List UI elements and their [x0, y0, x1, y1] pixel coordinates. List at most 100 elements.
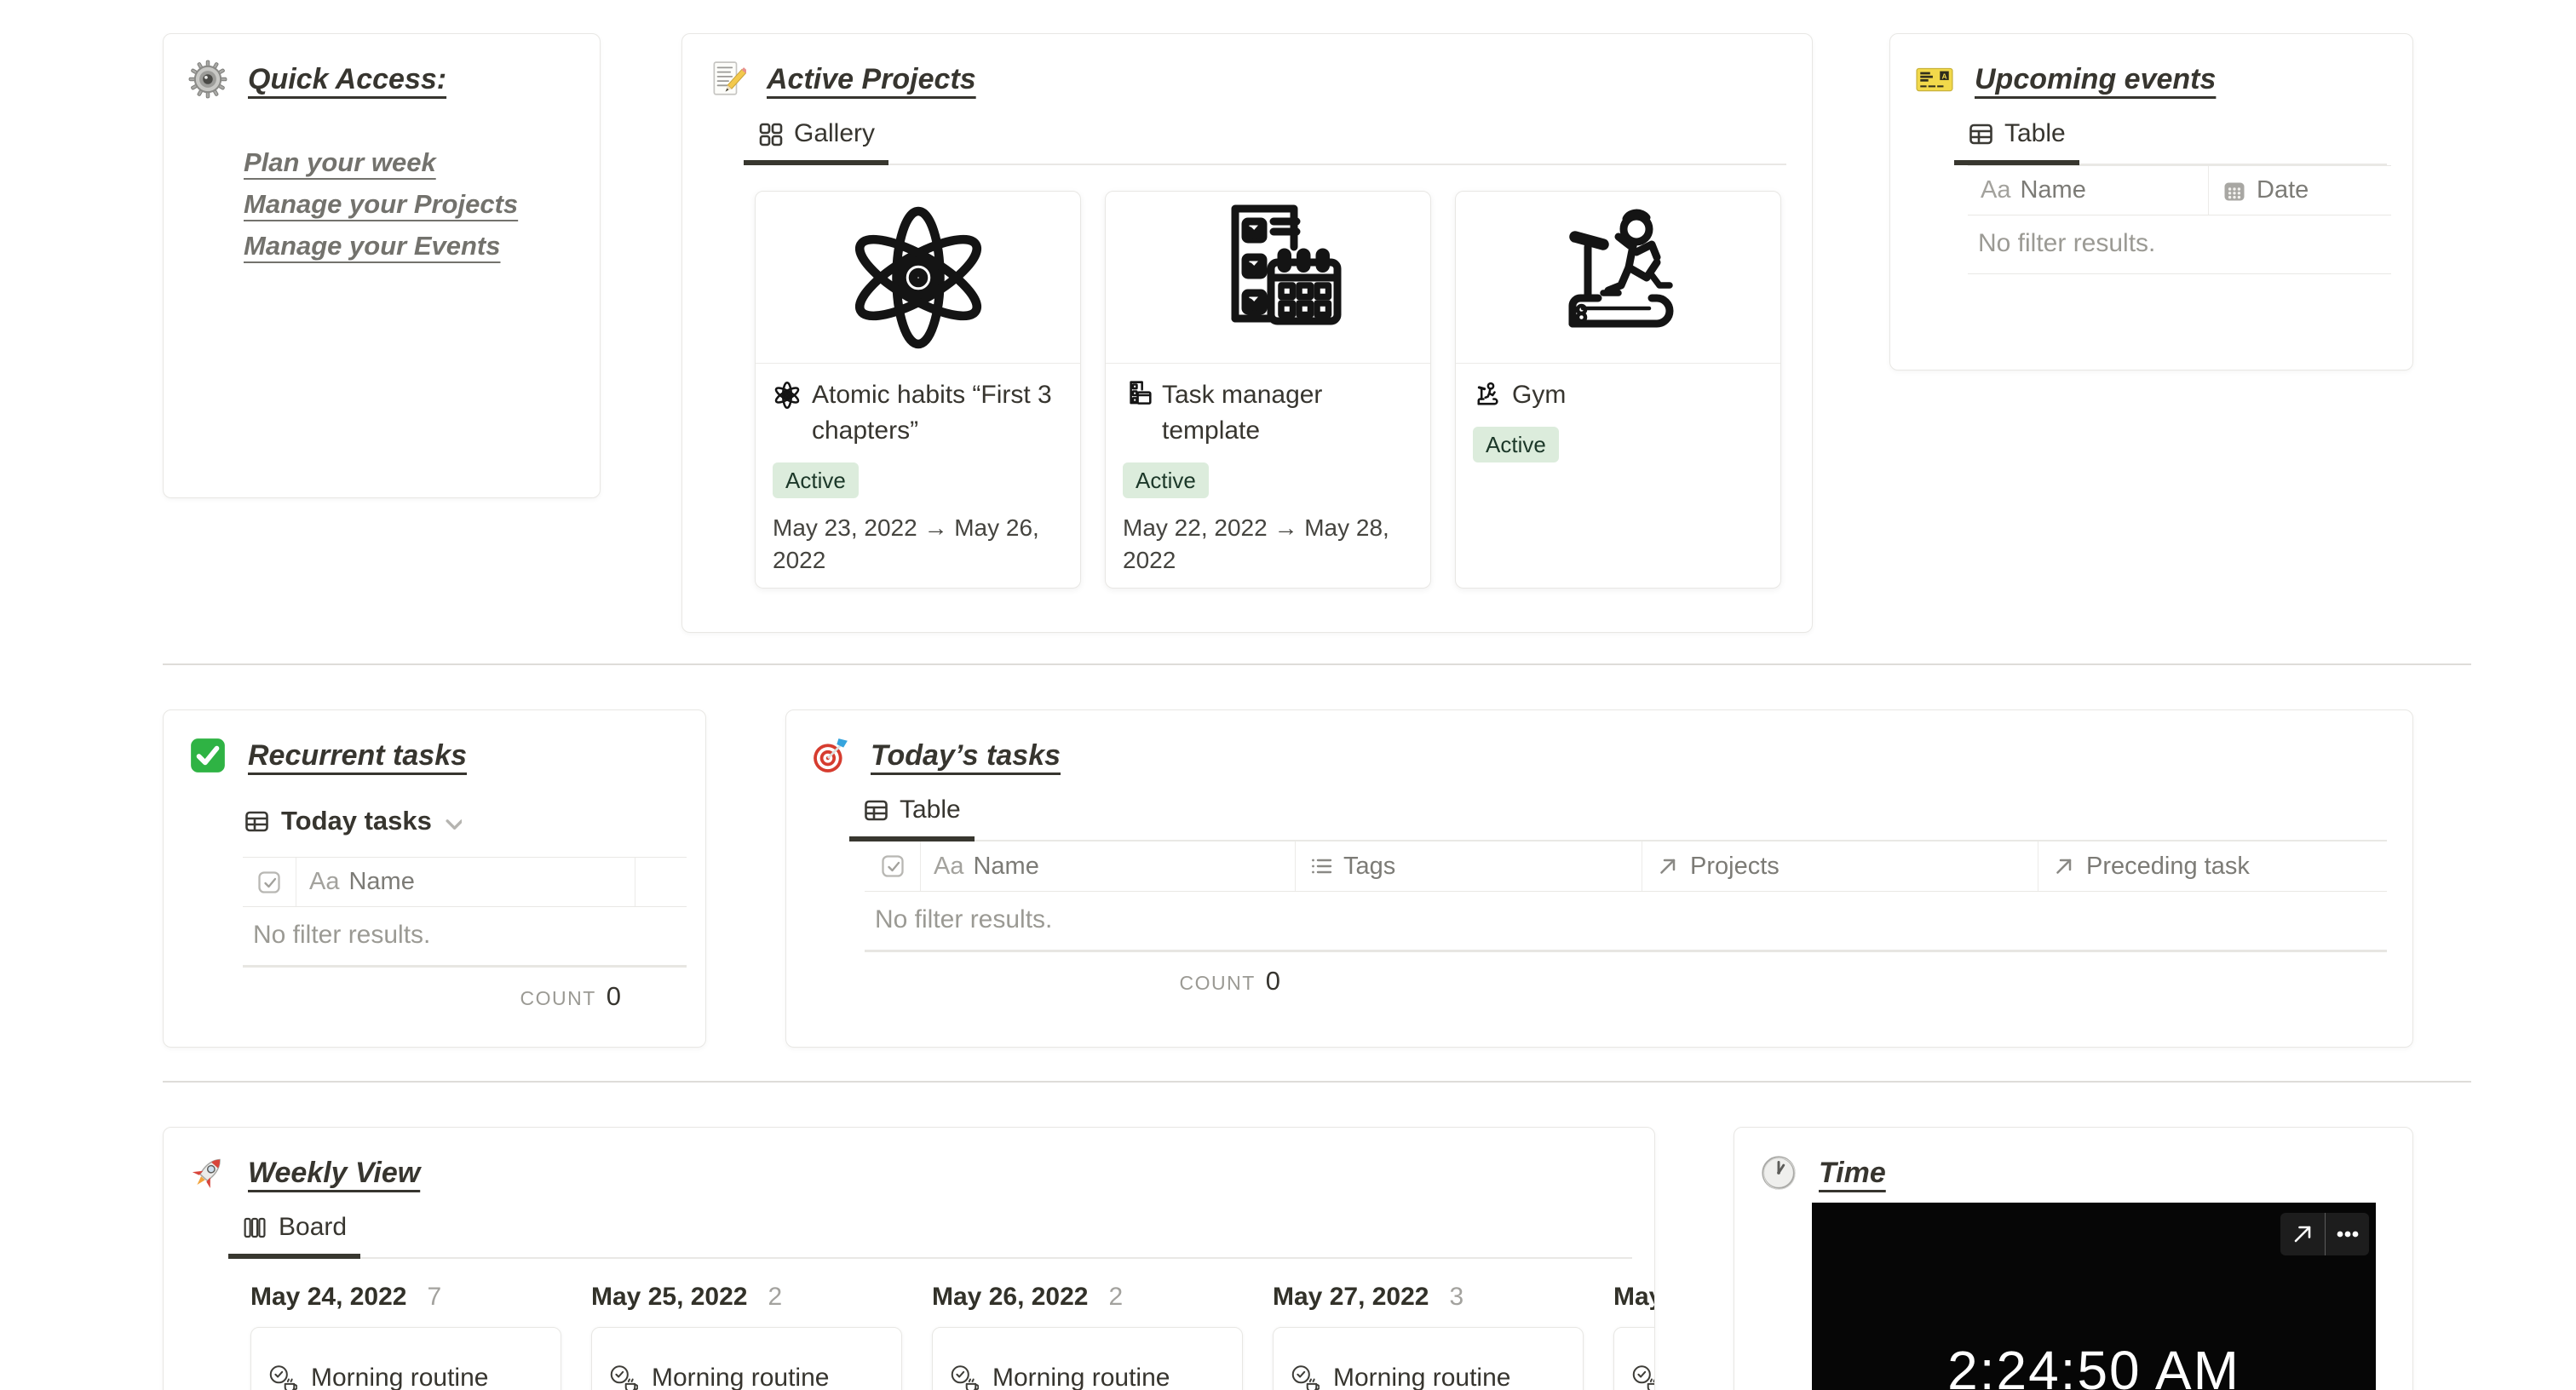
board-column: May 25, 2022 2 Morning routine	[591, 1283, 902, 1390]
list-icon	[1310, 858, 1332, 875]
embed-toolbar	[2280, 1213, 2369, 1255]
board-column: May 24, 2022 7 Morning routine	[250, 1283, 561, 1390]
column-header-checkbox[interactable]	[865, 841, 921, 891]
count-control[interactable]: COUNT 0	[865, 952, 1280, 997]
weekly-view-card: Weekly View Board May 24, 2022 7 Morning…	[163, 1127, 1655, 1390]
board-column-header: May 28, 2022	[1613, 1283, 1654, 1311]
atom-icon	[774, 381, 800, 410]
column-header-date[interactable]: Date	[2209, 166, 2391, 215]
column-header-tags[interactable]: Tags	[1296, 841, 1642, 891]
task-checklist-icon	[1130, 381, 1152, 405]
open-external-icon	[2294, 1226, 2311, 1243]
rocket-icon	[188, 1153, 227, 1192]
clock-coffee-icon	[951, 1365, 979, 1390]
status-tag: Active	[773, 462, 859, 498]
tab-board[interactable]: Board	[228, 1213, 361, 1259]
more-options-button[interactable]	[2325, 1213, 2369, 1255]
upcoming-events-title[interactable]: Upcoming events	[1975, 63, 2216, 96]
gallery-card-gym[interactable]: Gym Active	[1455, 191, 1781, 589]
section-divider	[163, 1081, 2471, 1083]
gallery-card-title: Atomic habits “First 3 chapters”	[812, 381, 1052, 445]
recurrent-tasks-title[interactable]: Recurrent tasks	[248, 739, 467, 773]
quick-access-card: Quick Access: Plan your week Manage your…	[163, 33, 601, 498]
link-plan-your-week[interactable]: Plan your week	[244, 141, 600, 183]
todays-tasks-card: Today’s tasks Table Aa Name Tags Project…	[785, 709, 2413, 1048]
board-column-header: May 25, 2022 2	[591, 1283, 783, 1311]
clock-coffee-icon	[610, 1365, 638, 1390]
more-icon	[2337, 1231, 2358, 1238]
card-date-range: May 23, 2022 → May 26, 2022	[773, 514, 1039, 573]
time-title[interactable]: Time	[1819, 1157, 1886, 1190]
atom-line-art	[756, 192, 1080, 364]
link-manage-your-events[interactable]: Manage your Events	[244, 225, 600, 267]
column-header-name[interactable]: Aa Name	[1968, 166, 2209, 215]
dart-icon	[811, 736, 850, 775]
svg-text:A: A	[1941, 72, 1946, 80]
tab-gallery[interactable]: Gallery	[744, 119, 889, 165]
count-control[interactable]: COUNT 0	[243, 968, 621, 1012]
board-card-morning-routine[interactable]: Morning routine	[250, 1327, 561, 1390]
column-header-projects[interactable]: Projects	[1642, 841, 2038, 891]
board-column-header: May 26, 2022 2	[932, 1283, 1124, 1311]
board-card-morning-routine[interactable]: Morning routine	[591, 1327, 902, 1390]
board-column: May 26, 2022 2 Morning routine	[932, 1283, 1243, 1390]
check-mark-icon	[188, 736, 227, 775]
open-external-button[interactable]	[2280, 1213, 2325, 1255]
dashboard-page: Quick Access: Plan your week Manage your…	[0, 0, 2576, 1390]
gallery-card-atomic-habits[interactable]: Atomic habits “First 3 chapters” Active …	[755, 191, 1081, 589]
recurrent-tasks-card: Recurrent tasks Today tasks Aa Name No f…	[163, 709, 706, 1048]
gallery-card-title: Gym	[1512, 381, 1567, 409]
arrow-up-right-icon	[1660, 859, 1676, 874]
quick-access-title[interactable]: Quick Access:	[248, 63, 446, 96]
view-selector-today-tasks[interactable]: Today tasks	[244, 806, 705, 836]
checkbox-icon	[258, 870, 280, 893]
column-header-checkbox[interactable]	[243, 858, 296, 906]
link-manage-your-projects[interactable]: Manage your Projects	[244, 183, 600, 225]
digital-clock-readout: 2:24:50 AM	[1947, 1340, 2240, 1390]
empty-state: No filter results.	[1968, 215, 2391, 274]
todays-tasks-tabbar: Table	[849, 796, 2387, 841]
section-divider	[163, 663, 2471, 665]
upcoming-events-card: A Upcoming events Table Aa Name Date No …	[1889, 33, 2413, 370]
clock-coffee-icon	[1291, 1365, 1320, 1390]
memo-icon	[707, 60, 746, 99]
gallery-card-task-manager[interactable]: Task manager template Active May 22, 202…	[1105, 191, 1431, 589]
ticket-icon: A	[1915, 60, 1954, 99]
weekly-view-tabbar: Board	[228, 1213, 1632, 1259]
clock-video-embed[interactable]: 2:24:50 AM	[1812, 1203, 2376, 1390]
chevron-down-icon	[446, 818, 462, 830]
board-column: May 27, 2022 3 Morning routine	[1273, 1283, 1584, 1390]
board-card-morning-routine[interactable]: Morning routine	[932, 1327, 1243, 1390]
clock-coffee-icon	[1632, 1365, 1654, 1390]
time-card: Time 2:24:50 AM	[1734, 1127, 2413, 1390]
todays-tasks-title[interactable]: Today’s tasks	[871, 739, 1061, 773]
gear-icon	[188, 60, 227, 99]
gallery-card-title: Task manager template	[1162, 381, 1323, 445]
board-column-header: May 24, 2022 7	[250, 1283, 442, 1311]
status-tag: Active	[1473, 427, 1559, 462]
text-type-icon: Aa	[1981, 176, 2011, 204]
calendar-icon	[2224, 182, 2245, 200]
treadmill-line-art	[1456, 192, 1780, 364]
column-header-name[interactable]: Aa Name	[921, 841, 1296, 891]
checkbox-icon	[881, 855, 904, 877]
column-header-name[interactable]: Aa Name	[296, 858, 635, 906]
empty-state: No filter results.	[875, 905, 1053, 933]
active-projects-tabbar: Gallery	[744, 119, 1786, 165]
board-columns: May 24, 2022 7 Morning routine May 25, 2…	[250, 1283, 1654, 1390]
clock-icon	[1759, 1153, 1798, 1192]
board-column-header: May 27, 2022 3	[1273, 1283, 1464, 1311]
tab-table[interactable]: Table	[1954, 119, 2079, 165]
active-projects-title[interactable]: Active Projects	[767, 63, 976, 96]
column-header-preceding-task[interactable]: Preceding task	[2038, 841, 2387, 891]
tab-table[interactable]: Table	[849, 796, 975, 841]
text-type-icon: Aa	[309, 868, 340, 895]
treadmill-icon	[1477, 382, 1498, 405]
board-card-morning-routine[interactable]: Morning routine	[1613, 1327, 1654, 1390]
board-column: May 28, 2022 Morning routine	[1613, 1283, 1654, 1390]
gallery-grid: Atomic habits “First 3 chapters” Active …	[755, 191, 1812, 589]
upcoming-events-tabbar: Table	[1954, 119, 2387, 165]
table-icon	[245, 811, 268, 831]
board-card-morning-routine[interactable]: Morning routine	[1273, 1327, 1584, 1390]
weekly-view-title[interactable]: Weekly View	[248, 1157, 420, 1190]
